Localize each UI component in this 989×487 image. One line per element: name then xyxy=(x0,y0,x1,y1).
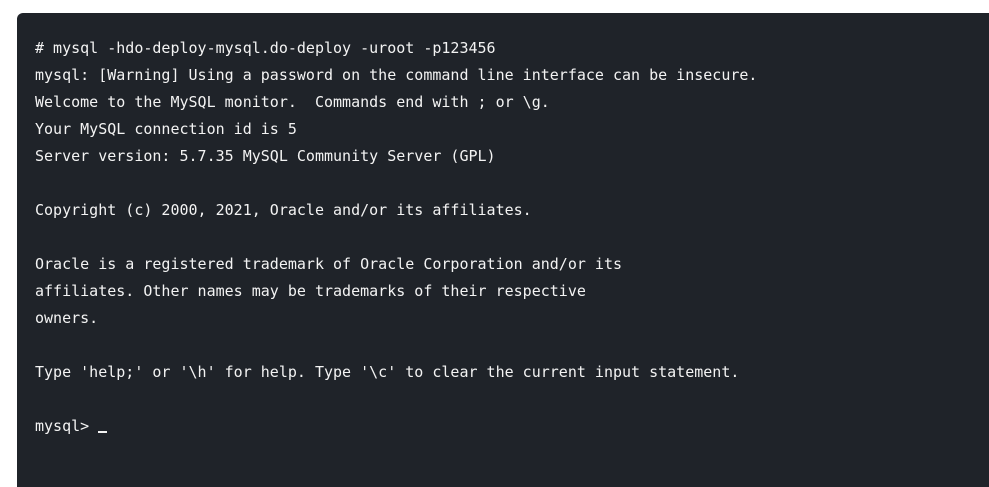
terminal-line: mysql: [Warning] Using a password on the… xyxy=(35,66,758,84)
terminal-line: # mysql -hdo-deploy-mysql.do-deploy -uro… xyxy=(35,39,496,57)
page: # mysql -hdo-deploy-mysql.do-deploy -uro… xyxy=(0,0,989,487)
terminal-line: Oracle is a registered trademark of Orac… xyxy=(35,255,622,273)
terminal-window[interactable]: # mysql -hdo-deploy-mysql.do-deploy -uro… xyxy=(17,13,989,487)
terminal-output: # mysql -hdo-deploy-mysql.do-deploy -uro… xyxy=(35,35,989,413)
terminal-line: owners. xyxy=(35,309,99,327)
mysql-prompt-line[interactable]: mysql> xyxy=(35,413,989,440)
terminal-line: Welcome to the MySQL monitor. Commands e… xyxy=(35,93,550,111)
terminal-line: Your MySQL connection id is 5 xyxy=(35,120,297,138)
terminal-line: Type 'help;' or '\h' for help. Type '\c'… xyxy=(35,363,740,381)
terminal-line: Server version: 5.7.35 MySQL Community S… xyxy=(35,147,496,165)
terminal-line: Copyright (c) 2000, 2021, Oracle and/or … xyxy=(35,201,532,219)
terminal-line: affiliates. Other names may be trademark… xyxy=(35,282,586,300)
text-cursor xyxy=(98,430,108,433)
mysql-prompt: mysql> xyxy=(35,417,90,435)
